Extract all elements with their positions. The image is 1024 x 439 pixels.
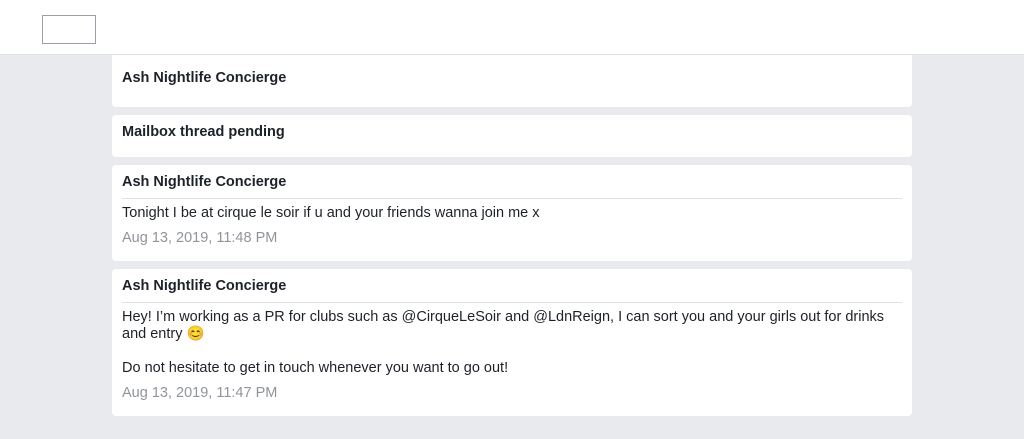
message-sender: Ash Nightlife Concierge [122,269,902,303]
message-card: Ash Nightlife Concierge Hey! I’m working… [112,269,912,416]
sender-name: Ash Nightlife Concierge [122,70,287,86]
thread-status-title: Mailbox thread pending [122,124,285,140]
logo-placeholder[interactable] [42,15,96,44]
top-bar [0,0,1024,55]
message-timestamp: Aug 13, 2019, 11:47 PM [122,385,278,401]
sender-header-card: Ash Nightlife Concierge [112,55,912,107]
message-body: Hey! I’m working as a PR for clubs such … [122,309,889,342]
message-body: Do not hesitate to get in touch whenever… [122,360,509,376]
message-sender: Ash Nightlife Concierge [122,165,902,199]
message-card: Ash Nightlife Concierge Tonight I be at … [112,165,912,261]
thread-status-card: Mailbox thread pending [112,115,912,157]
message-body: Tonight I be at cirque le soir if u and … [122,205,540,221]
message-timestamp: Aug 13, 2019, 11:48 PM [122,230,278,246]
